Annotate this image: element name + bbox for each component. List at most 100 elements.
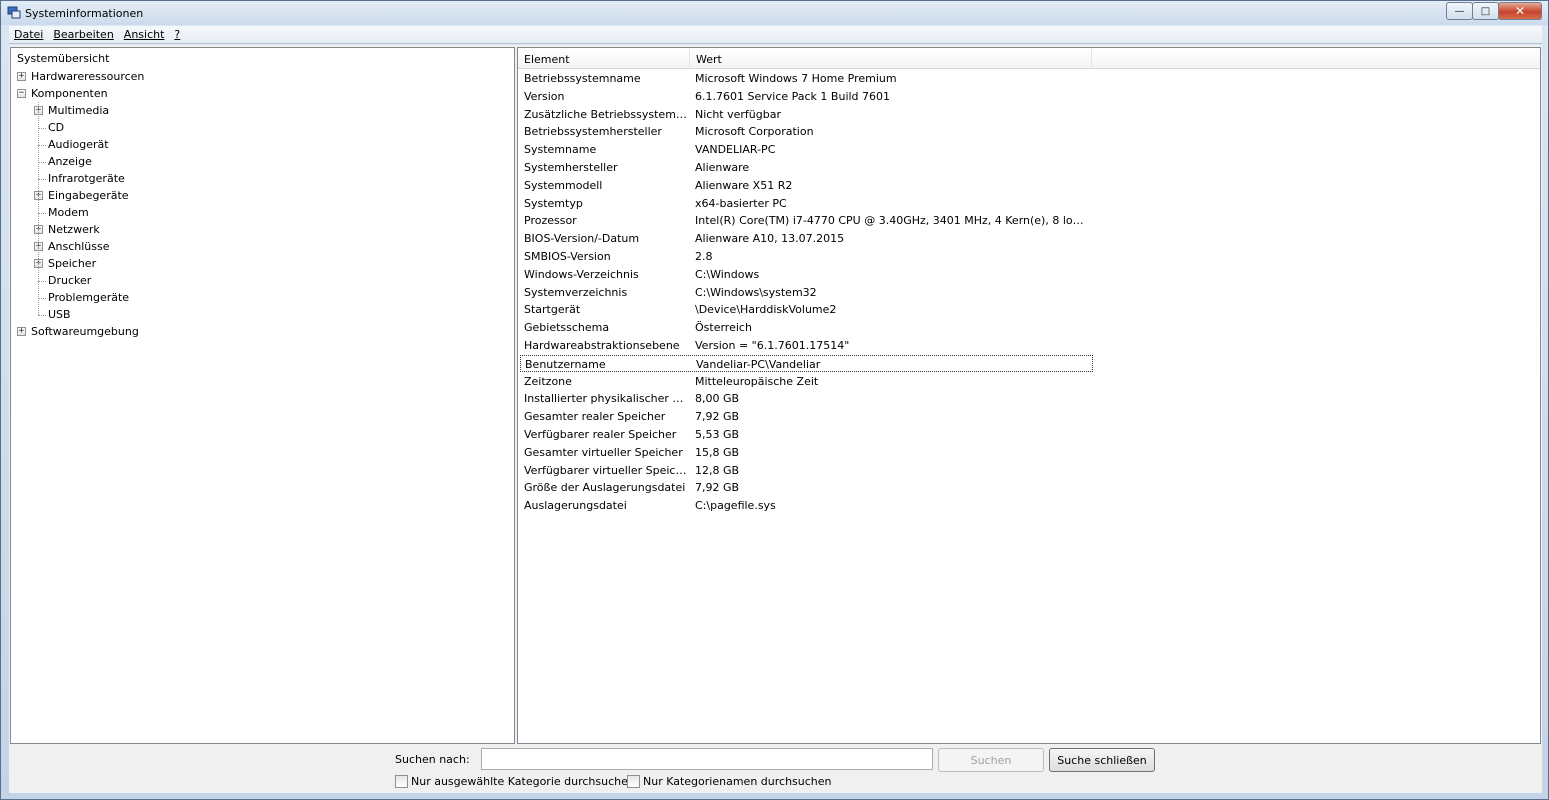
tree-connector-line [38,145,46,146]
row-element: Zusätzliche Betriebssystembesc... [524,107,690,121]
row-element: Installierter physikalischer Speic... [524,392,690,406]
table-row[interactable]: Startgerät \Device\HarddiskVolume2 [520,301,1093,318]
column-header-element[interactable]: Element [518,48,690,69]
menu-help-label: ? [174,28,181,41]
table-row[interactable]: SMBIOS-Version 2.8 [520,248,1093,265]
tree-item[interactable]: Multimedia [48,104,109,117]
table-row[interactable]: Gebietsschema Österreich [520,319,1093,336]
menu-ansicht[interactable]: Ansicht [119,28,170,41]
tree-item[interactable]: Modem [48,206,89,219]
menu-datei[interactable]: Datei [9,28,48,41]
search-input[interactable] [481,748,933,770]
row-value: 7,92 GB [695,481,740,495]
table-row[interactable]: Zeitzone Mitteleuropäische Zeit [520,373,1093,390]
option-category-names[interactable]: Nur Kategorienamen durchsuchen [627,775,832,788]
category-tree[interactable]: Systemübersicht + Hardwareressourcen − Komp… [10,47,515,744]
client-area: Systemübersicht + Hardwareressourcen − Komp… [9,45,1542,793]
tree-item[interactable]: Anzeige [48,155,92,168]
table-row[interactable]: Systemmodell Alienware X51 R2 [520,177,1093,194]
row-value: 5,53 GB [695,428,740,441]
row-value: C:\Windows\system32 [695,285,817,299]
row-element: Systemmodell [524,178,603,192]
tree-item[interactable]: Audiogerät [48,138,109,151]
tree-item[interactable]: USB [48,308,71,321]
row-element: Größe der Auslagerungsdatei [524,481,686,495]
tree-item[interactable]: Softwareumgebung [31,325,139,338]
row-element: Version [524,89,565,103]
table-row[interactable]: Installierter physikalischer Speic... 8,0… [520,390,1093,407]
expand-icon[interactable]: + [17,327,26,336]
minimize-button[interactable]: — [1446,2,1473,20]
tree-item[interactable]: CD [48,121,64,134]
row-value: 2.8 [695,250,713,263]
table-row[interactable]: Systemname VANDELIAR-PC [520,141,1093,158]
tree-item[interactable]: Hardwareressourcen [31,70,144,83]
maximize-button[interactable]: □ [1472,2,1499,20]
tree-item[interactable]: Speicher [48,257,96,270]
row-element: Systemname [524,143,597,157]
table-row[interactable]: Gesamter virtueller Speicher 15,8 GB [520,444,1093,461]
table-row[interactable]: Systemverzeichnis C:\Windows\system32 [520,284,1093,301]
table-row[interactable]: Windows-Verzeichnis C:\Windows [520,266,1093,283]
system-info-window: Systeminformationen — □ ✕ Datei Bearbeit… [0,0,1549,800]
table-row[interactable]: Systemtyp x64-basierter PC [520,195,1093,212]
search-panel: Suchen nach: Suchen Suche schließen Nur … [9,745,1542,793]
row-value: C:\pagefile.sys [695,499,776,513]
expand-icon[interactable]: + [17,72,26,81]
row-element: Benutzername [525,357,606,371]
category-names-checkbox[interactable] [627,775,640,788]
table-row[interactable]: Hardwareabstraktionsebene Version = "6.1.… [520,337,1093,354]
selected-category-checkbox[interactable] [395,775,408,788]
tree-root-systemuebersicht[interactable]: Systemübersicht [15,51,111,66]
row-element: Gebietsschema [524,321,610,335]
table-row[interactable]: Systemhersteller Alienware [520,159,1093,176]
menu-ansicht-label: Ansicht [123,28,165,41]
row-element: Gesamter virtueller Speicher [524,445,683,459]
row-value: Alienware X51 R2 [695,178,793,192]
table-row[interactable]: Größe der Auslagerungsdatei 7,92 GB [520,479,1093,496]
table-row[interactable]: Zusätzliche Betriebssystembesc... Nicht v… [520,106,1093,123]
row-value: Alienware [695,161,750,174]
table-row[interactable]: Version 6.1.7601 Service Pack 1 Build 760… [520,88,1093,105]
collapse-icon[interactable]: − [17,89,26,98]
tree-item[interactable]: Drucker [48,274,91,287]
tree-connector-line [38,298,46,299]
tree-item[interactable]: Netzwerk [48,223,100,236]
row-value: Nicht verfügbar [695,107,781,121]
table-row[interactable]: Verfügbarer virtueller Speicher 12,8 GB [520,462,1093,479]
row-value: 7,92 GB [695,410,740,424]
row-value: Österreich [695,321,752,335]
tree-item[interactable]: Eingabegeräte [48,189,129,202]
row-element: Systemhersteller [524,161,618,174]
list-header: Element Wert [518,48,1540,69]
table-row[interactable]: Gesamter realer Speicher 7,92 GB [520,408,1093,425]
row-value: C:\Windows [695,267,760,281]
row-element: SMBIOS-Version [524,250,611,263]
tree-item[interactable]: Problemgeräte [48,291,129,304]
table-row[interactable]: Prozessor Intel(R) Core(TM) i7-4770 CPU @… [520,212,1093,229]
column-header-empty [1092,48,1540,69]
tree-item[interactable]: Anschlüsse [48,240,110,253]
details-list[interactable]: Element Wert Betriebssystemname Microsoft… [517,47,1541,744]
table-row[interactable]: Auslagerungsdatei C:\pagefile.sys [520,497,1093,514]
table-row[interactable]: Verfügbarer realer Speicher 5,53 GB [520,426,1093,443]
title-bar[interactable]: Systeminformationen — □ ✕ [1,1,1548,25]
table-row[interactable]: BIOS-Version/-Datum Alienware A10, 13.07.… [520,230,1093,247]
close-search-button[interactable]: Suche schließen [1049,748,1155,772]
option-selected-category[interactable]: Nur ausgewählte Kategorie durchsuchen [395,775,635,788]
row-value: Mitteleuropäische Zeit [695,374,819,388]
search-button[interactable]: Suchen [938,748,1044,772]
menu-bar: Datei Bearbeiten Ansicht ? [9,26,1542,44]
menu-bearbeiten[interactable]: Bearbeiten [48,28,118,41]
tree-connector-line [38,315,46,316]
close-button[interactable]: ✕ [1498,2,1542,20]
row-value: 8,00 GB [695,392,740,406]
table-row[interactable]: Benutzername Vandeliar-PC\Vandeliar [520,354,1093,372]
table-row[interactable]: Betriebssystemhersteller Microsoft Corpor… [520,123,1093,140]
tree-item[interactable]: Infrarotgeräte [48,172,125,185]
table-row[interactable]: Betriebssystemname Microsoft Windows 7 Ho… [520,70,1093,87]
row-value: x64-basierter PC [695,196,787,210]
column-header-wert[interactable]: Wert [690,48,1092,69]
menu-help[interactable]: ? [169,28,185,41]
tree-item[interactable]: Komponenten [31,87,108,100]
